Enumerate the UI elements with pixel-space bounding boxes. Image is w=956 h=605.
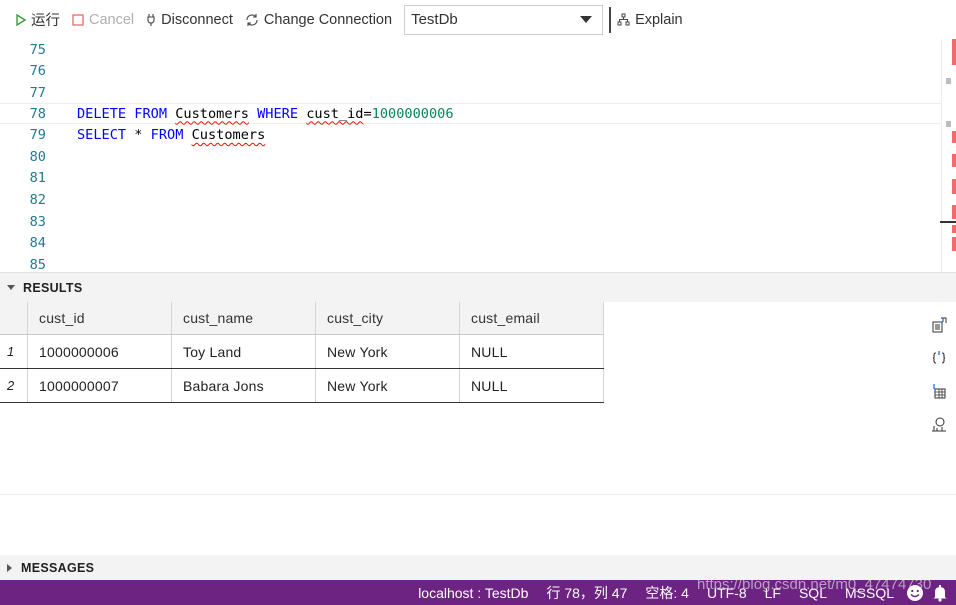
messages-title: MESSAGES [21, 560, 95, 575]
line-number: 75 [29, 41, 46, 58]
save-csv-icon[interactable] [927, 308, 951, 341]
save-excel-icon[interactable] [927, 374, 951, 407]
table-cell[interactable]: Babara Jons [172, 369, 316, 402]
error-marker [952, 225, 956, 233]
explain-button[interactable]: Explain [617, 12, 683, 28]
overview-marker [946, 78, 951, 84]
editor-line: 81 [0, 168, 941, 190]
save-json-icon[interactable] [927, 341, 951, 374]
editor-line: 80 [0, 146, 941, 168]
sql-editor[interactable]: 75 76 77 78 DELETE FROM Customers WHERE … [0, 39, 956, 272]
editor-line: 82 [0, 189, 941, 211]
column-header[interactable]: cust_email [460, 302, 604, 334]
line-number: 79 [29, 127, 46, 144]
database-select-value: TestDb [411, 11, 458, 28]
error-marker [952, 179, 956, 194]
chevron-down-icon [7, 285, 15, 290]
language-mode[interactable]: SQL [799, 585, 827, 601]
line-number: 85 [29, 256, 46, 272]
connection-status[interactable]: localhost : TestDb [418, 585, 528, 601]
table-cell[interactable]: NULL [460, 369, 604, 402]
table-cell[interactable]: NULL [460, 335, 604, 368]
error-marker [952, 131, 956, 143]
bell-icon[interactable] [932, 584, 948, 602]
toolbar-separator [609, 6, 612, 33]
chart-icon[interactable] [927, 407, 951, 440]
change-connection-label: Change Connection [263, 11, 393, 28]
divider [0, 494, 956, 495]
select-statement: SELECT * FROM Customers [77, 127, 266, 144]
editor-line-current: 78 DELETE FROM Customers WHERE cust_id=1… [0, 102, 941, 125]
editor-line: 77 [0, 82, 941, 104]
line-number: 84 [29, 235, 46, 252]
row-number-header [0, 302, 28, 334]
messages-section-header[interactable]: MESSAGES [0, 555, 956, 580]
explain-label: Explain [635, 11, 683, 28]
results-title: RESULTS [23, 280, 83, 295]
cancel-label: Cancel [89, 11, 135, 28]
editor-line: 75 [0, 39, 941, 61]
error-marker [952, 237, 956, 251]
cancel-button[interactable]: Cancel [72, 12, 134, 28]
line-number: 82 [29, 191, 46, 208]
chevron-right-icon [7, 563, 12, 572]
table-cell[interactable]: 1000000006 [28, 335, 172, 368]
editor-line: 84 [0, 232, 941, 254]
table-row[interactable]: 1 1000000006 Toy Land New York NULL [0, 335, 604, 369]
disconnect-button[interactable]: Disconnect [146, 12, 233, 28]
run-label: 运行 [31, 13, 60, 29]
run-button[interactable]: 运行 [16, 9, 60, 30]
editor-line: 76 [0, 61, 941, 83]
row-number: 1 [0, 335, 28, 368]
overview-marker [946, 121, 951, 127]
column-header[interactable]: cust_name [172, 302, 316, 334]
eol-status[interactable]: LF [765, 585, 781, 601]
explain-tree-icon [617, 13, 630, 26]
chevron-down-icon [580, 16, 593, 23]
change-connection-button[interactable]: Change Connection [245, 12, 392, 28]
cursor-overview-marker [940, 221, 956, 223]
cursor-position[interactable]: 行 78，列 47 [546, 583, 627, 603]
error-marker [952, 154, 956, 167]
stop-icon [72, 13, 84, 26]
grid-header-row: cust_id cust_name cust_city cust_email [0, 302, 604, 335]
smiley-icon[interactable] [906, 584, 924, 602]
error-marker [952, 205, 956, 219]
disconnect-label: Disconnect [161, 11, 233, 28]
provider-status[interactable]: MSSQL [845, 585, 894, 601]
results-section-header[interactable]: RESULTS [0, 272, 956, 302]
line-number: 78 [29, 105, 46, 122]
column-header[interactable]: cust_city [316, 302, 460, 334]
line-number: 80 [29, 148, 46, 165]
play-icon [16, 13, 26, 26]
database-select[interactable]: TestDb [404, 4, 604, 35]
error-marker [952, 39, 956, 65]
query-toolbar: 运行 Cancel Disconnect Change Connection T… [0, 0, 956, 39]
line-number: 76 [29, 63, 46, 80]
editor-line: 83 [0, 211, 941, 233]
indentation-status[interactable]: 空格: 4 [645, 583, 689, 603]
refresh-icon [245, 13, 259, 27]
line-number: 77 [29, 84, 46, 101]
table-cell[interactable]: New York [316, 335, 460, 368]
editor-line: 85 [0, 254, 941, 272]
editor-line: 79 SELECT * FROM Customers [0, 124, 941, 146]
table-cell[interactable]: New York [316, 369, 460, 402]
delete-statement: DELETE FROM Customers WHERE cust_id=1000… [77, 105, 454, 122]
row-number: 2 [0, 369, 28, 402]
results-actions [927, 308, 951, 440]
table-cell[interactable]: Toy Land [172, 335, 316, 368]
status-bar: localhost : TestDb 行 78，列 47 空格: 4 UTF-8… [0, 580, 956, 605]
table-cell[interactable]: 1000000007 [28, 369, 172, 402]
line-number: 83 [29, 213, 46, 230]
column-header[interactable]: cust_id [28, 302, 172, 334]
table-row[interactable]: 2 1000000007 Babara Jons New York NULL [0, 369, 604, 403]
results-grid[interactable]: cust_id cust_name cust_city cust_email 1… [0, 302, 604, 403]
encoding-status[interactable]: UTF-8 [707, 585, 747, 601]
line-number: 81 [29, 170, 46, 187]
plug-icon [146, 13, 156, 27]
